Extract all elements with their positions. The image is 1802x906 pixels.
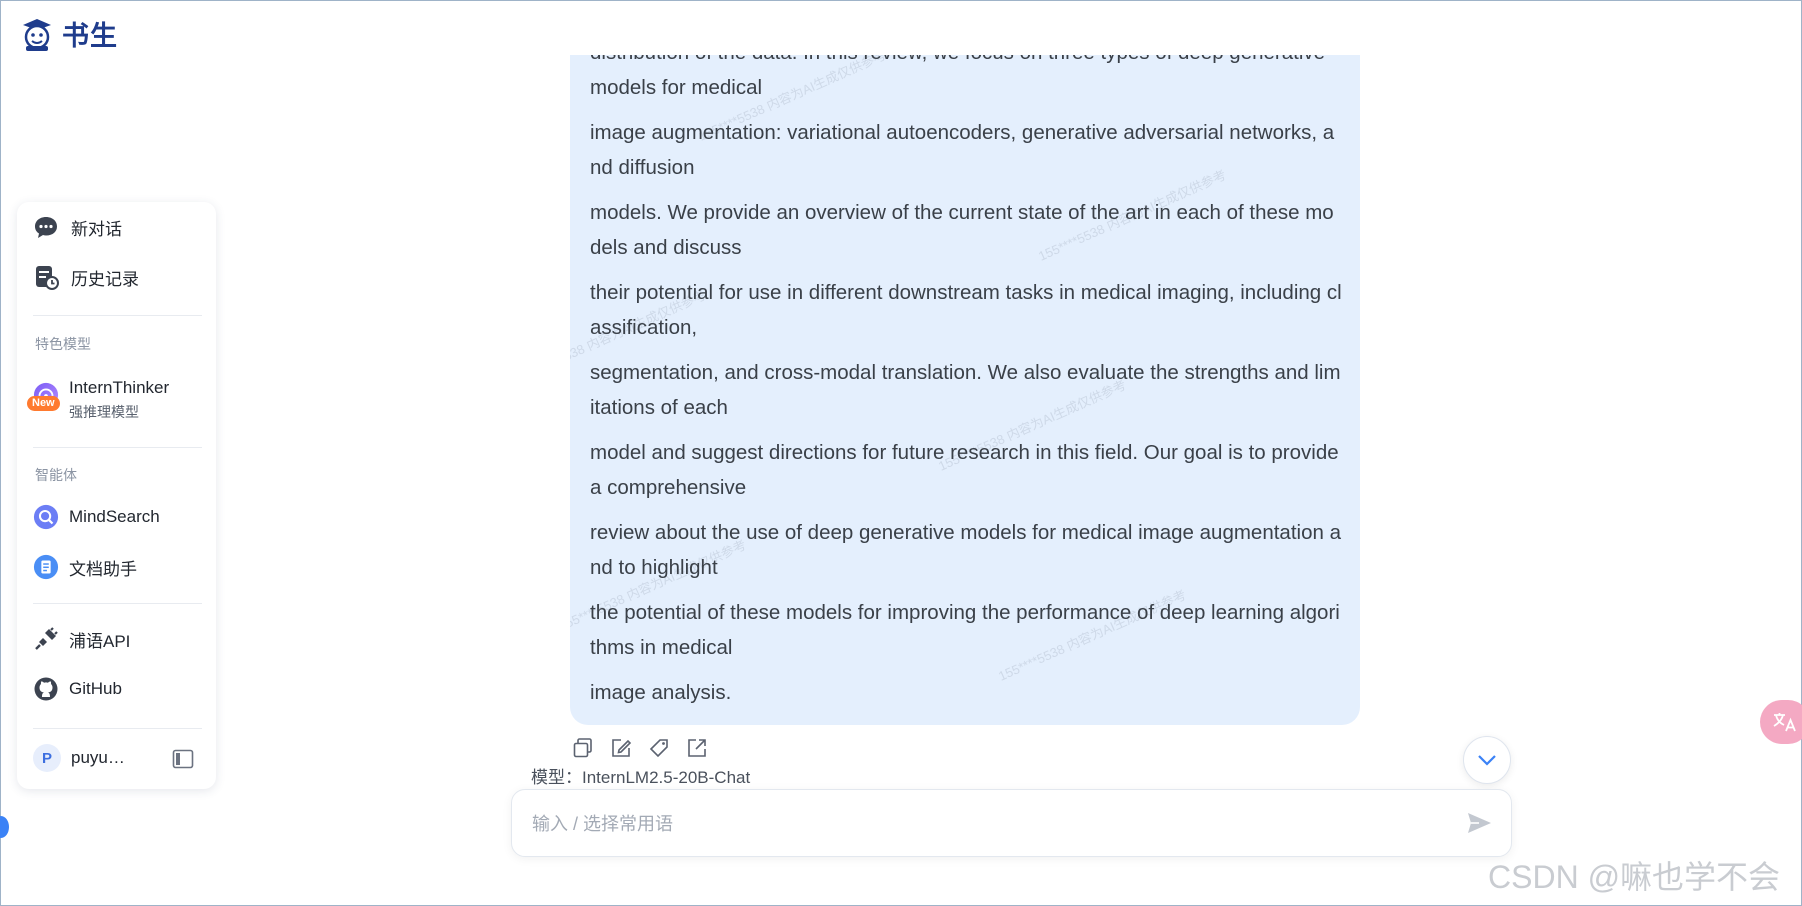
tag-icon[interactable] <box>648 737 670 759</box>
message-paragraph: segmentation, and cross-modal translatio… <box>590 361 1341 419</box>
chevron-down-icon <box>1478 755 1496 766</box>
translate-button[interactable] <box>1760 700 1802 744</box>
csdn-watermark: CSDN @嘛也学不会 <box>1488 859 1781 895</box>
sidebar-item-label: InternThinker <box>69 378 170 397</box>
chat-bubble-icon <box>33 214 59 240</box>
brand-logo[interactable]: 书生 <box>18 14 118 53</box>
brand-name: 书生 <box>62 21 118 52</box>
send-icon[interactable] <box>1465 809 1493 837</box>
new-badge: New <box>27 396 60 411</box>
assistant-message: 155****5538 内容为AI生成仅供参考 155****5538 内容为A… <box>570 55 1360 725</box>
history-icon <box>33 264 59 290</box>
sidebar-item-github[interactable]: GitHub <box>33 676 122 702</box>
sidebar: 新对话 历史记录 特色模型 New InternThinker 强推理模型 智能… <box>17 202 216 789</box>
internthinker-icon: New <box>27 382 60 411</box>
message-paragraph: model and suggest directions for future … <box>590 441 1339 499</box>
sidebar-item-label: MindSearch <box>69 507 160 526</box>
sidebar-item-label: 历史记录 <box>71 269 139 289</box>
message-text: distribution of the data. In this review… <box>590 55 1342 720</box>
copy-icon[interactable] <box>572 737 594 759</box>
sidebar-item-mindsearch[interactable]: MindSearch <box>33 504 160 530</box>
github-icon <box>33 676 59 702</box>
user-name: puyu… <box>71 748 125 767</box>
plug-icon <box>33 626 59 652</box>
sidebar-item-api[interactable]: 浦语API <box>33 626 130 652</box>
divider <box>33 447 202 448</box>
translate-icon <box>1773 713 1796 732</box>
edge-handle[interactable] <box>0 816 9 838</box>
sidebar-item-sublabel: 强推理模型 <box>69 404 139 420</box>
sidebar-item-label: 浦语API <box>69 631 131 651</box>
message-paragraph: distribution of the data. In this review… <box>590 55 1325 99</box>
divider <box>33 728 202 729</box>
scroll-to-bottom-button[interactable] <box>1463 736 1511 784</box>
divider <box>33 315 202 316</box>
message-paragraph: image analysis. <box>590 681 732 704</box>
message-actions <box>572 737 708 759</box>
section-caption-agents: 智能体 <box>35 467 77 483</box>
sidebar-collapse-icon[interactable] <box>172 749 194 774</box>
message-paragraph: the potential of these models for improv… <box>590 601 1340 659</box>
sidebar-item-doc-assistant[interactable]: 文档助手 <box>33 554 137 580</box>
message-paragraph: their potential for use in different dow… <box>590 281 1342 339</box>
sidebar-item-label: 新对话 <box>71 219 122 239</box>
sidebar-item-internthinker[interactable]: New InternThinker 强推理模型 <box>27 376 170 424</box>
avatar: P <box>33 744 61 772</box>
sidebar-item-new-chat[interactable]: 新对话 <box>33 214 122 240</box>
sidebar-item-label: 文档助手 <box>69 559 137 579</box>
share-icon[interactable] <box>686 737 708 759</box>
message-paragraph: models. We provide an overview of the cu… <box>590 201 1334 259</box>
sidebar-item-history[interactable]: 历史记录 <box>33 264 139 290</box>
section-caption-featured: 特色模型 <box>35 336 91 352</box>
chat-input[interactable] <box>530 808 1434 840</box>
model-indicator: 模型：InternLM2.5-20B-Chat <box>531 768 751 787</box>
edit-icon[interactable] <box>610 737 632 759</box>
message-paragraph: image augmentation: variational autoenco… <box>590 121 1335 179</box>
scholar-mascot-icon <box>23 18 51 51</box>
user-profile[interactable]: P puyu… <box>33 744 125 772</box>
sidebar-item-label: GitHub <box>69 679 122 698</box>
chat-input-box <box>511 789 1512 857</box>
message-paragraph: review about the use of deep generative … <box>590 521 1341 579</box>
document-icon <box>33 554 59 580</box>
divider <box>33 603 202 604</box>
mindsearch-icon <box>33 504 59 530</box>
